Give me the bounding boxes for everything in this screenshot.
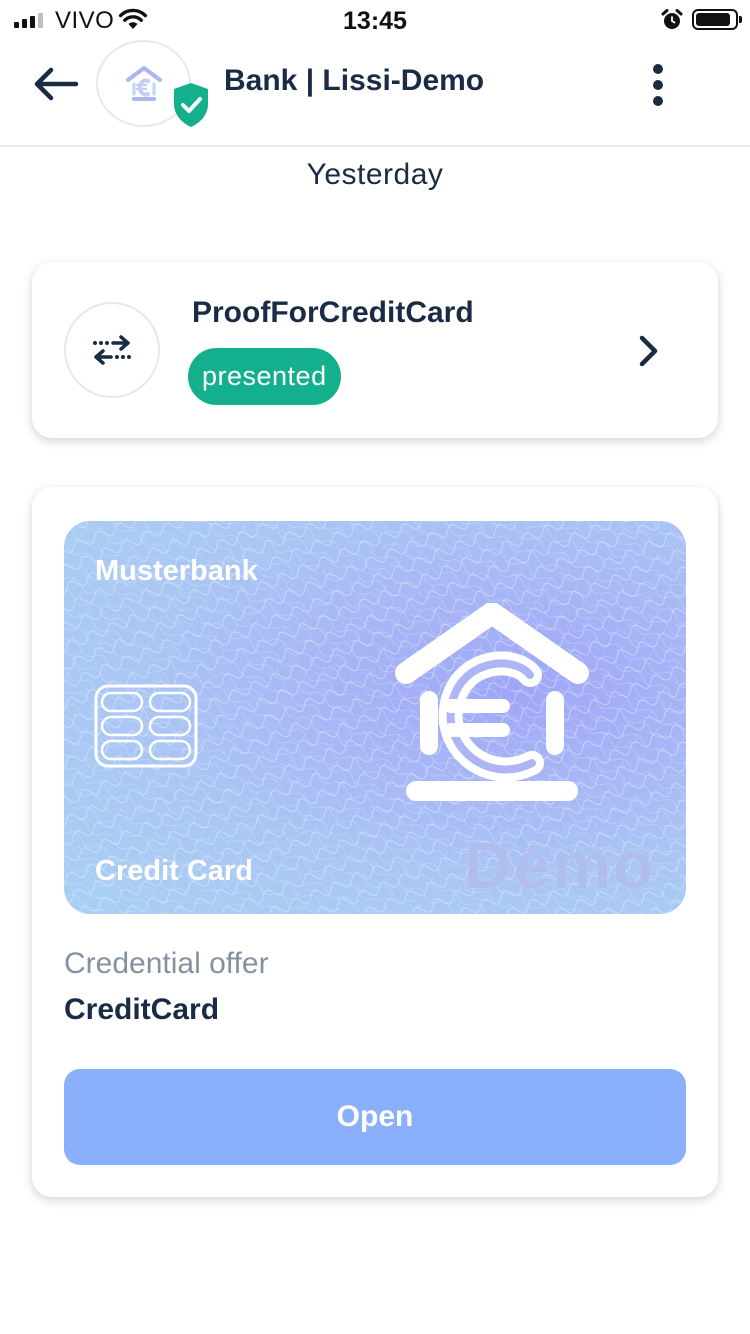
battery-icon bbox=[692, 9, 742, 30]
card-chip-icon bbox=[94, 684, 198, 768]
more-vertical-icon bbox=[653, 64, 663, 74]
contact-avatar[interactable] bbox=[96, 40, 208, 127]
proof-icon-circle bbox=[64, 302, 160, 398]
credit-card-preview[interactable]: Musterbank Credit Card Demo bbox=[64, 521, 686, 914]
credential-offer-card: Musterbank Credit Card Demo Credential o… bbox=[32, 487, 718, 1197]
credential-name: CreditCard bbox=[64, 993, 220, 1026]
proof-title: ProofForCreditCard bbox=[192, 296, 474, 329]
alarm-icon bbox=[661, 9, 683, 29]
card-type-label: Credit Card bbox=[95, 855, 253, 887]
more-options-button[interactable] bbox=[640, 64, 676, 106]
page-title: Bank | Lissi-Demo bbox=[224, 64, 485, 97]
proof-card[interactable]: ProofForCreditCard presented bbox=[32, 262, 718, 438]
bank-logo-icon bbox=[395, 603, 589, 801]
shield-check-icon bbox=[174, 83, 208, 127]
card-bank-name: Musterbank bbox=[95, 555, 258, 587]
status-bar: VIVO 13:45 bbox=[0, 0, 750, 40]
status-badge: presented bbox=[188, 348, 341, 405]
card-watermark: Demo bbox=[464, 828, 656, 902]
bank-logo-icon bbox=[125, 65, 162, 101]
exchange-arrows-icon bbox=[93, 335, 131, 365]
credential-offer-label: Credential offer bbox=[64, 947, 269, 980]
chevron-right-icon bbox=[639, 335, 658, 367]
app-header: Bank | Lissi-Demo bbox=[0, 40, 750, 147]
date-separator: Yesterday bbox=[306, 158, 444, 191]
open-button[interactable]: Open bbox=[64, 1069, 686, 1165]
back-button[interactable] bbox=[30, 64, 82, 104]
status-time: 13:45 bbox=[343, 7, 407, 35]
arrow-left-icon bbox=[34, 67, 79, 101]
